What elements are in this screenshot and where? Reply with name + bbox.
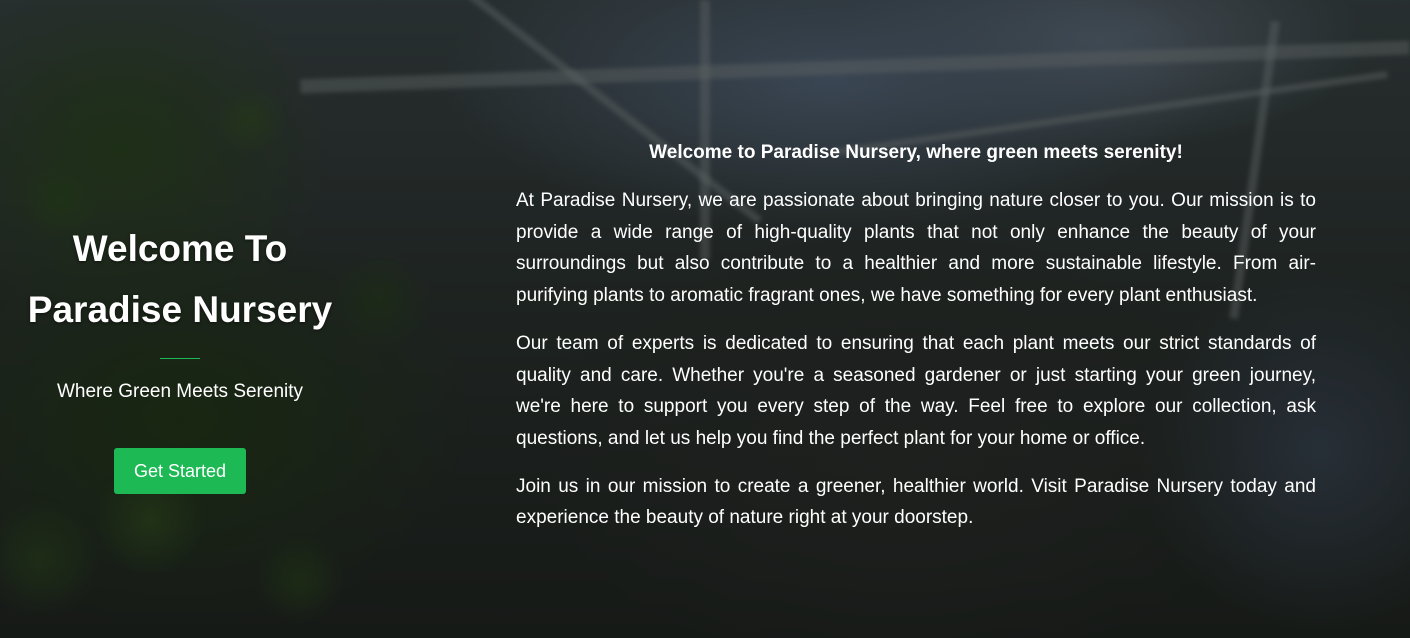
about-paragraph-mission: At Paradise Nursery, we are passionate a…: [516, 190, 1316, 307]
about-heading: Welcome to Paradise Nursery, where green…: [649, 142, 1183, 163]
about-section: Welcome to Paradise Nursery, where green…: [516, 140, 1316, 550]
about-paragraph-team: Our team of experts is dedicated to ensu…: [516, 332, 1316, 449]
hero-title-line2: Paradise Nursery: [27, 289, 333, 330]
hero-section: Welcome To Paradise Nursery Where Green …: [0, 218, 360, 494]
title-divider: [160, 358, 200, 359]
hero-title: Welcome To Paradise Nursery: [0, 218, 360, 340]
get-started-button[interactable]: Get Started: [113, 448, 247, 494]
hero-title-line1: Welcome To: [72, 228, 288, 269]
about-paragraph-join: Join us in our mission to create a green…: [516, 475, 1316, 529]
hero-tagline: Where Green Meets Serenity: [56, 381, 304, 402]
